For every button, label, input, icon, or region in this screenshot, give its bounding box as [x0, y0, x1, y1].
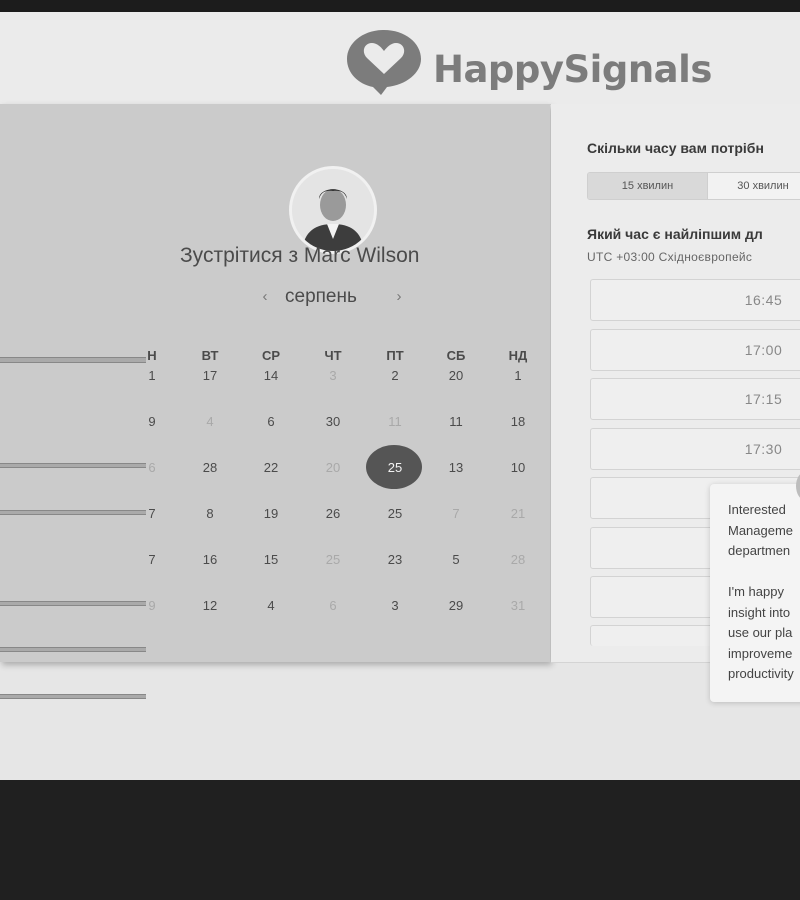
- calendar-day[interactable]: 4: [246, 598, 296, 613]
- time-slot-label: 17:30: [744, 441, 783, 457]
- time-slot-label: 16:45: [744, 292, 783, 308]
- duration-selector: 15 хвилин 30 хвилин: [587, 172, 800, 200]
- chat-text: I'm happy: [728, 584, 784, 599]
- avatar: [289, 166, 377, 254]
- calendar-day[interactable]: 20: [431, 368, 481, 383]
- calendar-day: 25: [325, 552, 341, 567]
- calendar-bar: [0, 694, 146, 699]
- calendar-day: 4: [206, 414, 214, 429]
- calendar-bar: [0, 647, 146, 652]
- weekday-header: СБ: [446, 348, 466, 363]
- calendar-day[interactable]: 29: [431, 598, 481, 613]
- month-navigation: ‹ серпень ›: [255, 285, 415, 313]
- calendar-bar: [0, 601, 146, 606]
- calendar-day: 20: [325, 460, 341, 475]
- time-slot-label: 17:15: [744, 391, 783, 407]
- calendar-day: 6: [329, 598, 337, 613]
- chat-text: productivity: [728, 666, 794, 681]
- calendar-day[interactable]: 19: [246, 506, 296, 521]
- calendar-day: 11: [388, 414, 402, 429]
- calendar-bar: [0, 357, 146, 363]
- calendar-day: 21: [510, 506, 526, 521]
- calendar-day[interactable]: 6: [246, 414, 296, 429]
- calendar-day[interactable]: 18: [493, 414, 543, 429]
- calendar-day[interactable]: 1: [493, 368, 543, 383]
- chat-popup[interactable]: Interested Manageme departmen I'm happy …: [710, 484, 800, 702]
- weekday-header: НД: [508, 348, 528, 363]
- weekday-header: ВТ: [201, 348, 219, 363]
- calendar-bar: [0, 463, 146, 468]
- scheduler-card: Зустрітися з Marc Wilson ‹ серпень › Н ВТ…: [0, 104, 800, 699]
- calendar-pane: Зустрітися з Marc Wilson ‹ серпень › Н ВТ…: [0, 104, 550, 699]
- browser-top-strip: [0, 0, 800, 12]
- calendar-day[interactable]: 13: [431, 460, 481, 475]
- calendar-day[interactable]: 9: [127, 414, 177, 429]
- calendar-day: 28: [510, 552, 526, 567]
- calendar-day[interactable]: 10: [493, 460, 543, 475]
- chat-text: Manageme: [728, 523, 794, 538]
- calendar-day[interactable]: 16: [185, 552, 235, 567]
- time-slot-label: 17:00: [744, 342, 783, 358]
- duration-option-30[interactable]: 30 хвилин: [708, 173, 800, 199]
- calendar-day: 7: [452, 506, 460, 521]
- chat-text: use our pla: [728, 625, 793, 640]
- time-slot[interactable]: 16:45: [590, 279, 800, 321]
- chevron-left-icon[interactable]: ‹: [257, 288, 273, 305]
- duration-question: Скільки часу вам потрібн: [587, 140, 764, 156]
- month-label: серпень: [285, 286, 357, 307]
- calendar-day[interactable]: 2: [370, 368, 420, 383]
- calendar-day: 31: [510, 598, 526, 613]
- calendar-day[interactable]: 3: [370, 598, 420, 613]
- calendar-day[interactable]: 12: [185, 598, 235, 613]
- time-slot[interactable]: 17:15: [590, 378, 800, 420]
- calendar-day[interactable]: 23: [370, 552, 420, 567]
- chevron-right-icon[interactable]: ›: [391, 288, 407, 305]
- calendar-day-selected[interactable]: 25: [370, 460, 420, 475]
- timezone-label[interactable]: UTC +03:00 Східноєвропейс: [587, 250, 752, 264]
- chat-text: departmen: [728, 543, 791, 558]
- calendar-day[interactable]: 22: [246, 460, 296, 475]
- calendar-day[interactable]: 26: [308, 506, 358, 521]
- chat-text: insight into: [728, 605, 791, 620]
- calendar-day[interactable]: 17: [185, 368, 235, 383]
- heart-chat-icon: [347, 30, 421, 95]
- chat-text: improveme: [728, 646, 793, 661]
- weekday-header: ПТ: [386, 348, 404, 363]
- page: HappySignals Зустрітися з Marc Wilson ‹ …: [0, 12, 800, 780]
- meeting-title: Зустрітися з Marc Wilson: [180, 244, 420, 267]
- calendar-day[interactable]: 1: [127, 368, 177, 383]
- header: HappySignals: [0, 12, 800, 105]
- weekday-header: ЧТ: [324, 348, 342, 363]
- calendar-day[interactable]: 15: [246, 552, 296, 567]
- brand-name: HappySignals: [433, 48, 712, 91]
- calendar-day[interactable]: 14: [246, 368, 296, 383]
- calendar-bar: [0, 510, 146, 515]
- calendar-day[interactable]: 30: [308, 414, 358, 429]
- calendar-day[interactable]: 5: [431, 552, 481, 567]
- weekday-header: СР: [261, 348, 281, 363]
- time-slot[interactable]: 17:00: [590, 329, 800, 371]
- time-slot[interactable]: 17:30: [590, 428, 800, 470]
- calendar-day[interactable]: 25: [370, 506, 420, 521]
- person-photo-icon: [292, 169, 374, 251]
- calendar-day[interactable]: 28: [185, 460, 235, 475]
- calendar-day[interactable]: 8: [185, 506, 235, 521]
- time-question: Який час є найліпшим дл: [587, 226, 763, 242]
- calendar-day[interactable]: 11: [431, 414, 481, 429]
- calendar-day[interactable]: 7: [127, 552, 177, 567]
- calendar-day: 3: [329, 368, 337, 383]
- chat-text: Interested: [728, 502, 786, 517]
- duration-option-15[interactable]: 15 хвилин: [588, 173, 708, 199]
